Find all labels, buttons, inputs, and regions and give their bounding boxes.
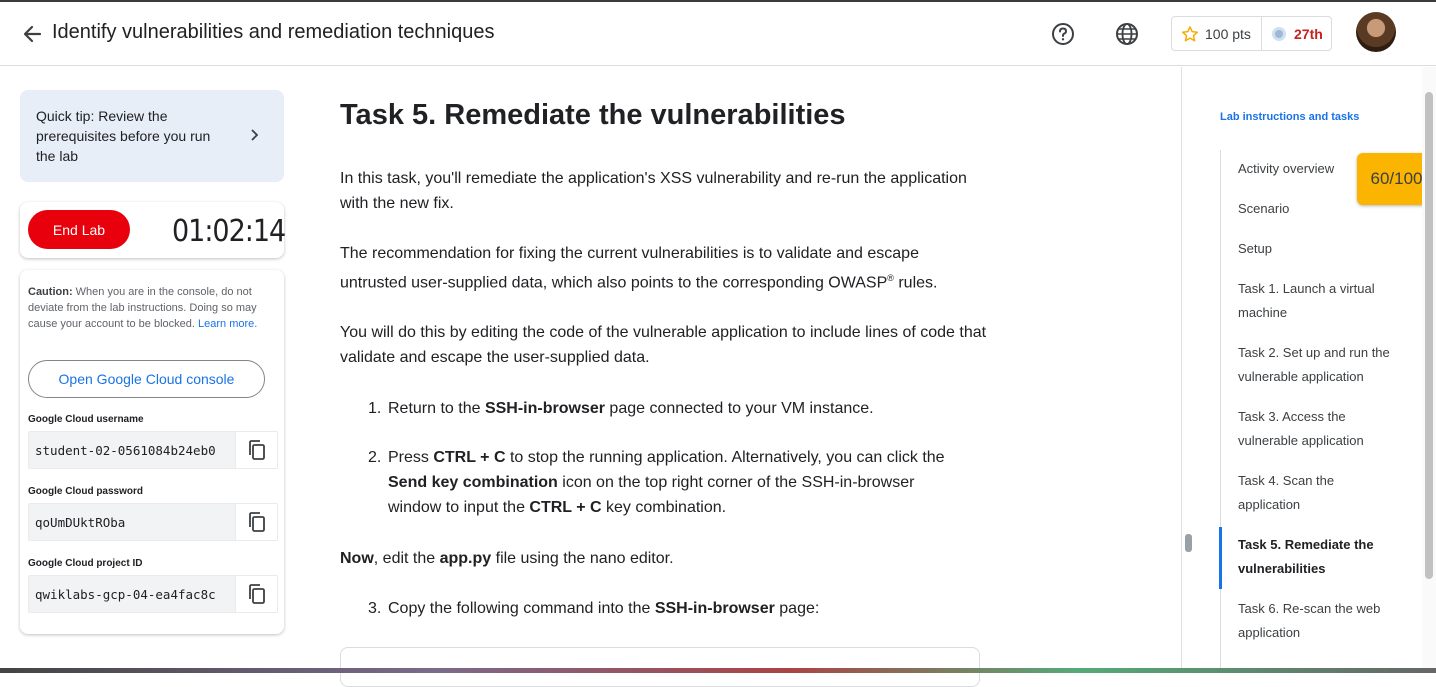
lab-timer-card: End Lab 01:02:14 [20, 202, 286, 258]
copy-project-id-button[interactable] [235, 576, 277, 612]
step-number: 3. [368, 600, 382, 617]
toc-item-task-5[interactable]: Task 5. Remediate the vulnerabilities [1238, 533, 1398, 581]
language-globe-icon[interactable] [1114, 21, 1140, 47]
copy-icon [248, 512, 265, 532]
step-text: Press CTRL + C to stop the running appli… [388, 449, 945, 516]
registered-mark: ® [887, 273, 894, 283]
step-number: 1. [368, 400, 382, 417]
end-lab-button[interactable]: End Lab [28, 210, 130, 249]
toc-track [1220, 150, 1221, 673]
learn-more-link[interactable]: Learn more. [198, 318, 257, 330]
toc-item-task-3[interactable]: Task 3. Access the vulnerable applicatio… [1238, 405, 1398, 453]
step-2: 2. Press CTRL + C to stop the running ap… [368, 445, 968, 516]
rank-display: 27th [1262, 25, 1323, 43]
recommendation-paragraph: The recommendation for fixing the curren… [340, 241, 990, 295]
toc-item-setup[interactable]: Setup [1238, 237, 1398, 261]
lab-credentials-card: Caution: When you are in the console, do… [20, 270, 284, 634]
user-avatar[interactable] [1356, 12, 1396, 52]
caution-note: Caution: When you are in the console, do… [28, 284, 278, 332]
username-value: student-02-0561084b24eb0 [35, 443, 216, 458]
copy-username-button[interactable] [235, 432, 277, 468]
toc-item-task-6[interactable]: Task 6. Re-scan the web application [1238, 597, 1398, 645]
rank-value: 27th [1294, 25, 1323, 42]
toc-active-indicator [1219, 527, 1222, 589]
caution-label: Caution: [28, 286, 73, 298]
step-3: 3. Copy the following command into the S… [368, 596, 968, 621]
username-label: Google Cloud username [28, 414, 144, 425]
window-bottom-edge [0, 668, 1436, 673]
help-icon[interactable] [1050, 21, 1076, 47]
toc-item-task-4[interactable]: Task 4. Scan the application [1238, 469, 1398, 517]
page-title: Identify vulnerabilities and remediation… [52, 21, 495, 43]
code-block[interactable] [340, 647, 980, 687]
task-heading: Task 5. Remediate the vulnerabilities [340, 99, 846, 131]
project-id-label: Google Cloud project ID [28, 558, 143, 569]
step-text: Return to the SSH-in-browser page connec… [388, 400, 874, 417]
toc-item-task-1[interactable]: Task 1. Launch a virtual machine [1238, 277, 1398, 325]
quick-tip-card[interactable]: Quick tip: Review the prerequisites befo… [20, 90, 284, 182]
league-badge-icon [1272, 26, 1286, 41]
password-field[interactable]: qoUmDUktROba [28, 503, 278, 541]
pane-resize-handle[interactable] [1185, 534, 1192, 552]
password-label: Google Cloud password [28, 486, 144, 497]
intro-paragraph: In this task, you'll remediate the appli… [340, 170, 967, 212]
top-app-bar: Identify vulnerabilities and remediation… [0, 2, 1436, 66]
open-console-button[interactable]: Open Google Cloud console [28, 360, 265, 398]
points-display: 100 pts [1172, 17, 1262, 50]
points-value: 100 pts [1205, 25, 1251, 42]
copy-icon [248, 584, 265, 604]
points-rank-widget[interactable]: 100 pts 27th [1171, 16, 1332, 51]
now-edit-paragraph: Now, edit the app.py file using the nano… [340, 550, 674, 567]
project-id-field[interactable]: qwiklabs-gcp-04-ea4fac8c [28, 575, 278, 613]
toc-item-task-2[interactable]: Task 2. Set up and run the vulnerable ap… [1238, 341, 1398, 389]
username-field[interactable]: student-02-0561084b24eb0 [28, 431, 278, 469]
quick-tip-text: Quick tip: Review the prerequisites befo… [36, 108, 211, 164]
recommendation-text: The recommendation for fixing the curren… [340, 245, 919, 292]
copy-password-button[interactable] [235, 504, 277, 540]
step-1: 1. Return to the SSH-in-browser page con… [368, 396, 968, 421]
pane-divider [1181, 67, 1182, 673]
chevron-right-icon [251, 129, 259, 141]
toc-heading[interactable]: Lab instructions and tasks [1220, 111, 1359, 123]
step-number: 2. [368, 449, 382, 466]
step-text: Copy the following command into the SSH-… [388, 600, 820, 617]
project-id-value: qwiklabs-gcp-04-ea4fac8c [35, 587, 216, 602]
back-arrow-icon[interactable] [18, 20, 46, 48]
password-value: qoUmDUktROba [35, 515, 126, 530]
edit-code-paragraph: You will do this by editing the code of … [340, 324, 987, 366]
recommendation-tail: rules. [893, 274, 938, 292]
copy-icon [248, 440, 265, 460]
star-icon [1181, 25, 1199, 41]
scrollbar-thumb[interactable] [1425, 92, 1433, 579]
lab-timer: 01:02:14 [172, 214, 286, 249]
